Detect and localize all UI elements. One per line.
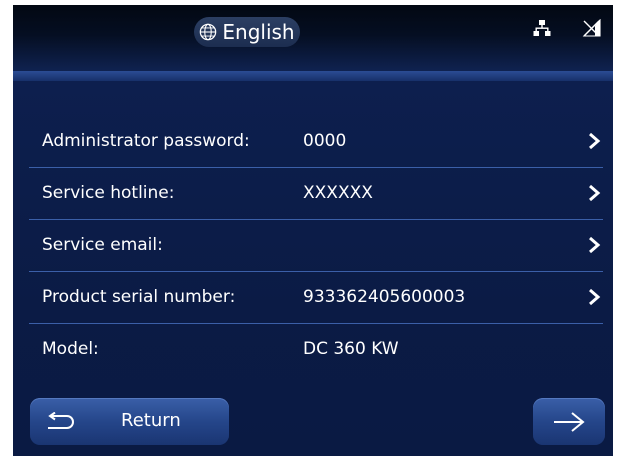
row-label: Administrator password: (42, 131, 250, 151)
no-signal-icon (582, 19, 601, 37)
info-row-service-email[interactable]: Service email: (29, 219, 603, 272)
row-value: 933362405600003 (303, 287, 466, 307)
chevron-right-icon[interactable] (587, 132, 601, 150)
row-value: 0000 (303, 131, 347, 151)
language-label: English (222, 20, 295, 44)
network-icon (533, 20, 551, 36)
row-label: Service hotline: (42, 183, 175, 203)
info-row-model: Model: DC 360 KW (29, 323, 603, 375)
language-button[interactable]: English (194, 17, 300, 47)
return-button[interactable]: Return (30, 398, 229, 445)
info-row-serial-number[interactable]: Product serial number: 933362405600003 (29, 271, 603, 324)
right-arrow-icon (554, 412, 585, 432)
row-value: XXXXXX (303, 183, 373, 203)
row-label: Service email: (42, 235, 163, 255)
next-button[interactable] (533, 398, 605, 445)
top-bar (13, 5, 613, 71)
settings-screen: English Administrator password: 0000 Ser… (13, 5, 613, 456)
chevron-right-icon[interactable] (587, 288, 601, 306)
row-value: DC 360 KW (303, 339, 399, 359)
return-label: Return (121, 410, 181, 431)
chevron-right-icon[interactable] (587, 184, 601, 202)
return-arrow-icon (48, 412, 74, 429)
info-row-admin-password[interactable]: Administrator password: 0000 (29, 115, 603, 168)
globe-icon (200, 23, 217, 41)
chevron-right-icon[interactable] (587, 236, 601, 254)
info-row-service-hotline[interactable]: Service hotline: XXXXXX (29, 167, 603, 220)
top-bar-divider (13, 71, 613, 81)
row-label: Model: (42, 339, 99, 359)
row-label: Product serial number: (42, 287, 236, 307)
